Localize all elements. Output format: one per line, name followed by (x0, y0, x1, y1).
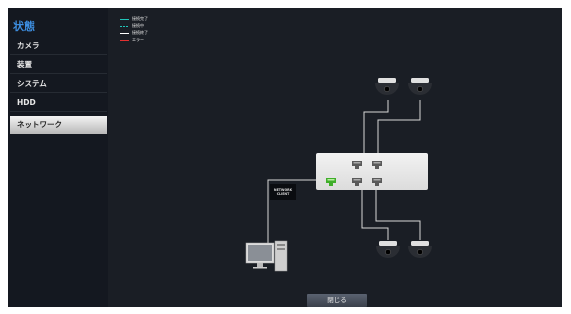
pc-tower-slot (277, 248, 285, 250)
hub-port-connected-icon (326, 178, 336, 186)
camera-mount (379, 241, 397, 246)
pc-tower-slot (277, 244, 285, 246)
line-camera-bottom-left (361, 190, 389, 240)
hub-port-icon (352, 178, 362, 186)
hub-port-icon (372, 178, 382, 186)
camera-bottom-left[interactable] (376, 241, 400, 258)
network-client-label-line2: CLIENT (276, 192, 290, 196)
monitor-stand (257, 263, 263, 267)
camera-top-right[interactable] (408, 78, 432, 95)
line-camera-bottom-right (375, 190, 421, 240)
camera-bottom-right[interactable] (408, 241, 432, 258)
network-switch (316, 153, 428, 190)
camera-mount (411, 78, 429, 83)
line-camera-top-left (363, 100, 389, 153)
monitor-screen (248, 245, 272, 261)
monitor-base (253, 267, 267, 269)
network-client-label: NETWORK CLIENT (270, 184, 296, 200)
hub-port-icon (352, 161, 362, 169)
status-window: 状態 カメラ 装置 システム HDD ネットワーク 接続完了 接続中 接続終了 … (8, 8, 562, 307)
camera-mount (411, 241, 429, 246)
hub-port-icon (372, 161, 382, 169)
camera-lens (417, 249, 423, 255)
network-client-pc[interactable] (245, 240, 288, 272)
camera-top-left[interactable] (375, 78, 399, 95)
close-button[interactable]: 閉じる (307, 294, 367, 307)
network-diagram (245, 78, 432, 272)
camera-lens (384, 86, 390, 92)
camera-mount (378, 78, 396, 83)
line-camera-top-right (377, 100, 421, 153)
camera-lens (385, 249, 391, 255)
camera-lens (417, 86, 423, 92)
